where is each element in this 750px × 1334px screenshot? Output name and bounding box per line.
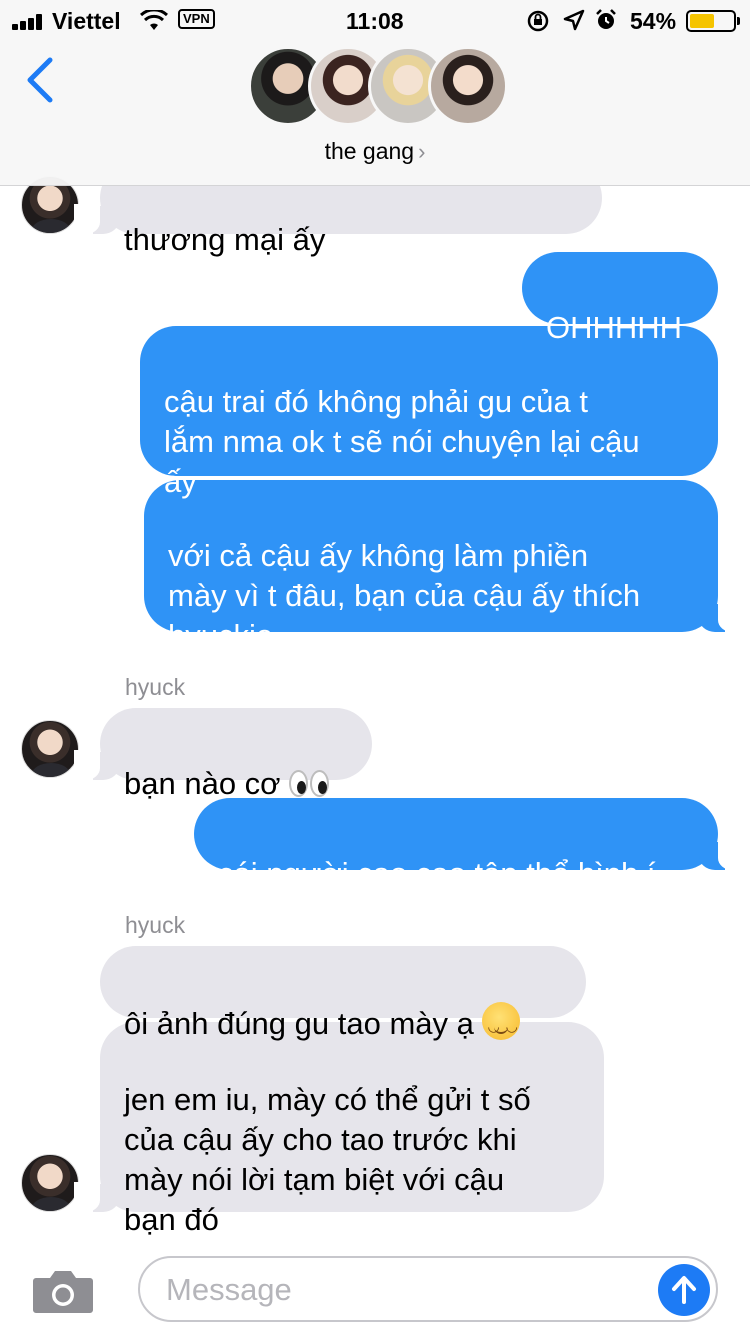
- contact-avatar[interactable]: [21, 1154, 79, 1212]
- chevron-right-icon: ›: [418, 139, 426, 164]
- message-bubble-outgoing[interactable]: OHHHHH: [522, 252, 718, 345]
- message-text: cái người cao cao tập thể hình í: [218, 856, 656, 891]
- eyes-emoji: [289, 770, 331, 798]
- message-text: jen em iu, mày có thể gửi t số của cậu ấ…: [124, 1082, 531, 1237]
- send-button[interactable]: [658, 1264, 710, 1316]
- vpn-badge: VPN: [178, 9, 215, 29]
- contact-avatar[interactable]: [21, 720, 79, 778]
- sender-name: hyuck: [125, 674, 186, 700]
- cellular-signal-icon: [12, 12, 50, 30]
- send-arrow-icon: [672, 1276, 696, 1304]
- chevron-left-icon[interactable]: [22, 54, 58, 106]
- message-input-bar: [0, 1246, 750, 1334]
- message-bubble-incoming[interactable]: bạn nào cơ: [74, 708, 372, 801]
- battery-icon: [686, 10, 740, 32]
- clock: 11:08: [346, 8, 404, 34]
- message-bubble-outgoing[interactable]: với cả cậu ấy không làm phiền mày vì t đ…: [144, 480, 744, 653]
- message-text: bạn nào cơ: [124, 766, 290, 801]
- message-bubble-outgoing[interactable]: cậu trai đó không phải gu của t lắm nma …: [140, 326, 718, 499]
- message-text: ôi ảnh đúng gu tao mày ạ: [124, 1006, 483, 1041]
- group-title[interactable]: the gang ›: [0, 138, 750, 165]
- carrier-name: Viettel: [52, 8, 121, 34]
- message-field[interactable]: [138, 1256, 718, 1322]
- message-bubble-incoming[interactable]: jen em iu, mày có thể gửi t số của cậu ấ…: [74, 1022, 604, 1237]
- message-bubble-outgoing[interactable]: cái người cao cao tập thể hình í: [194, 798, 744, 891]
- group-avatar-stack[interactable]: [248, 46, 508, 130]
- message-text: OHHHHH: [546, 310, 683, 345]
- conversation-header: Viettel VPN 11:08 54% the gang ›: [0, 0, 750, 186]
- message-bubble-incoming[interactable]: ôi ảnh đúng gu tao mày ạ: [100, 946, 586, 1046]
- group-member-avatar: [428, 46, 508, 126]
- wifi-icon: [140, 10, 168, 30]
- group-name-text: the gang: [324, 138, 415, 164]
- conversation-area[interactable]: thương mại ấy OHHHHH cậu trai đó không p…: [0, 0, 750, 1334]
- sender-name: hyuck: [125, 912, 186, 938]
- alarm-icon: [596, 9, 616, 29]
- orientation-lock-icon: [527, 10, 549, 32]
- location-arrow-icon: [563, 9, 585, 31]
- message-text: thương mại ấy: [124, 222, 326, 257]
- message-input[interactable]: [166, 1270, 636, 1310]
- battery-percent: 54%: [630, 8, 677, 34]
- relieved-face-emoji: [482, 1002, 521, 1046]
- message-text: với cả cậu ấy không làm phiền mày vì t đ…: [168, 538, 641, 653]
- camera-icon[interactable]: [32, 1268, 94, 1314]
